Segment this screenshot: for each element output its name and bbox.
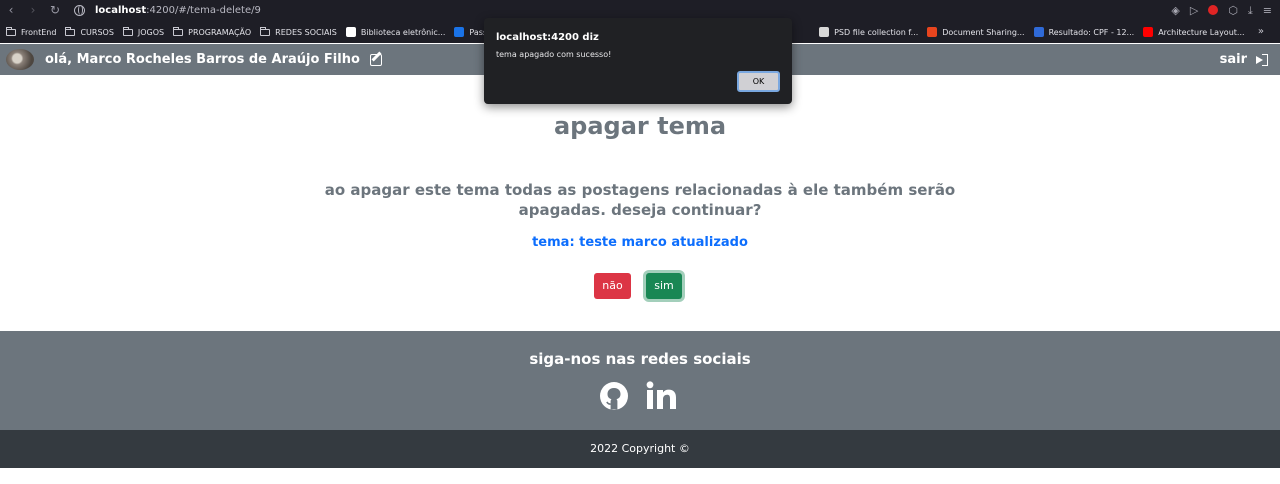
bookmark-item[interactable]: REDES SOCIAIS bbox=[260, 26, 337, 37]
bookmark-item[interactable]: JOGOS bbox=[122, 26, 165, 37]
browser-actions: ◈ ▷ ⬡ ⤓ ≡ bbox=[1171, 0, 1272, 21]
topic-name: tema: teste marco atualizado bbox=[532, 235, 748, 250]
site-favicon-icon bbox=[345, 27, 356, 37]
bookmark-label: Document Sharing... bbox=[942, 27, 1025, 37]
address-bar[interactable]: localhost:4200/#/tema-delete/9 bbox=[74, 5, 261, 16]
dialog-title: localhost:4200 diz bbox=[496, 32, 599, 43]
page-title: apagar tema bbox=[553, 112, 727, 140]
sign-out-icon bbox=[1256, 53, 1268, 66]
edit-icon[interactable] bbox=[369, 53, 382, 66]
footer-title: siga-nos nas redes sociais bbox=[529, 350, 751, 368]
yes-button[interactable]: sim bbox=[646, 273, 682, 299]
bookmarks-more-button[interactable]: » bbox=[1258, 21, 1264, 43]
site-favicon-icon bbox=[819, 27, 830, 37]
folder-icon bbox=[173, 26, 184, 36]
logout-label: sair bbox=[1219, 52, 1247, 67]
footer: siga-nos nas redes sociais bbox=[0, 331, 1280, 430]
bookmark-label: PSD file collection f... bbox=[834, 27, 919, 37]
site-favicon-icon bbox=[1143, 27, 1154, 37]
bookmark-label: FrontEnd bbox=[21, 27, 57, 37]
folder-icon bbox=[260, 26, 271, 36]
download-icon[interactable]: ⤓ bbox=[1248, 0, 1253, 21]
send-icon[interactable]: ▷ bbox=[1190, 0, 1198, 21]
forward-icon[interactable]: › bbox=[22, 0, 44, 21]
url-path: :4200/#/tema-delete/9 bbox=[146, 5, 261, 16]
folder-icon bbox=[65, 26, 76, 36]
delete-topic-section: apagar tema ao apagar este tema todas as… bbox=[0, 75, 1280, 331]
bookmark-label: CURSOS bbox=[80, 27, 114, 37]
reload-icon[interactable]: ↻ bbox=[44, 0, 66, 21]
delete-warning: ao apagar este tema todas as postagens r… bbox=[324, 181, 956, 219]
menu-icon[interactable]: ≡ bbox=[1263, 0, 1272, 21]
bookmark-label: Biblioteca eletrônic... bbox=[360, 27, 446, 37]
bookmark-label: REDES SOCIAIS bbox=[275, 27, 337, 37]
bookmark-label: Resultado: CPF - 12... bbox=[1048, 27, 1135, 37]
bookmark-item[interactable]: PROGRAMAÇÃO bbox=[173, 26, 252, 37]
extension-icon[interactable] bbox=[1208, 5, 1219, 15]
bookmark-label: Architecture Layout... bbox=[1158, 27, 1245, 37]
shield-icon[interactable]: ◈ bbox=[1171, 0, 1179, 21]
site-favicon-icon bbox=[1033, 27, 1044, 37]
bookmark-item[interactable]: FrontEnd bbox=[6, 26, 57, 37]
folder-icon bbox=[6, 26, 16, 36]
copyright: 2022 Copyright © bbox=[0, 430, 1280, 468]
bookmark-item[interactable]: PSD file collection f... bbox=[819, 27, 918, 37]
site-favicon-icon bbox=[927, 27, 938, 37]
user-greeting: olá, Marco Rocheles Barros de Araújo Fil… bbox=[45, 52, 360, 67]
dialog-ok-button[interactable]: OK bbox=[737, 71, 780, 92]
bookmark-item[interactable]: Resultado: CPF - 12... bbox=[1033, 27, 1135, 37]
bookmark-item[interactable]: Architecture Layout... bbox=[1143, 27, 1245, 37]
logout-button[interactable]: sair bbox=[1220, 44, 1268, 75]
bookmark-item[interactable]: Document Sharing... bbox=[927, 27, 1025, 37]
site-favicon-icon bbox=[454, 27, 465, 37]
no-button[interactable]: não bbox=[594, 273, 631, 299]
dialog-message: tema apagado com sucesso! bbox=[496, 50, 612, 59]
cube-icon[interactable]: ⬡ bbox=[1228, 0, 1238, 21]
bookmark-label: PROGRAMAÇÃO bbox=[188, 27, 252, 37]
page: ‹ › ↻ localhost:4200/#/tema-delete/9 ◈ ▷… bbox=[0, 0, 1280, 484]
folder-icon bbox=[122, 26, 133, 36]
site-info-icon[interactable] bbox=[74, 5, 85, 16]
linkedin-icon[interactable] bbox=[646, 381, 677, 410]
bookmark-item[interactable]: Biblioteca eletrônic... bbox=[345, 27, 446, 37]
bookmark-item[interactable]: CURSOS bbox=[65, 26, 114, 37]
back-icon[interactable]: ‹ bbox=[0, 0, 22, 21]
url-host: localhost bbox=[95, 5, 147, 16]
github-icon[interactable] bbox=[599, 381, 629, 411]
bookmark-label: JOGOS bbox=[137, 27, 165, 37]
avatar[interactable] bbox=[6, 49, 34, 70]
